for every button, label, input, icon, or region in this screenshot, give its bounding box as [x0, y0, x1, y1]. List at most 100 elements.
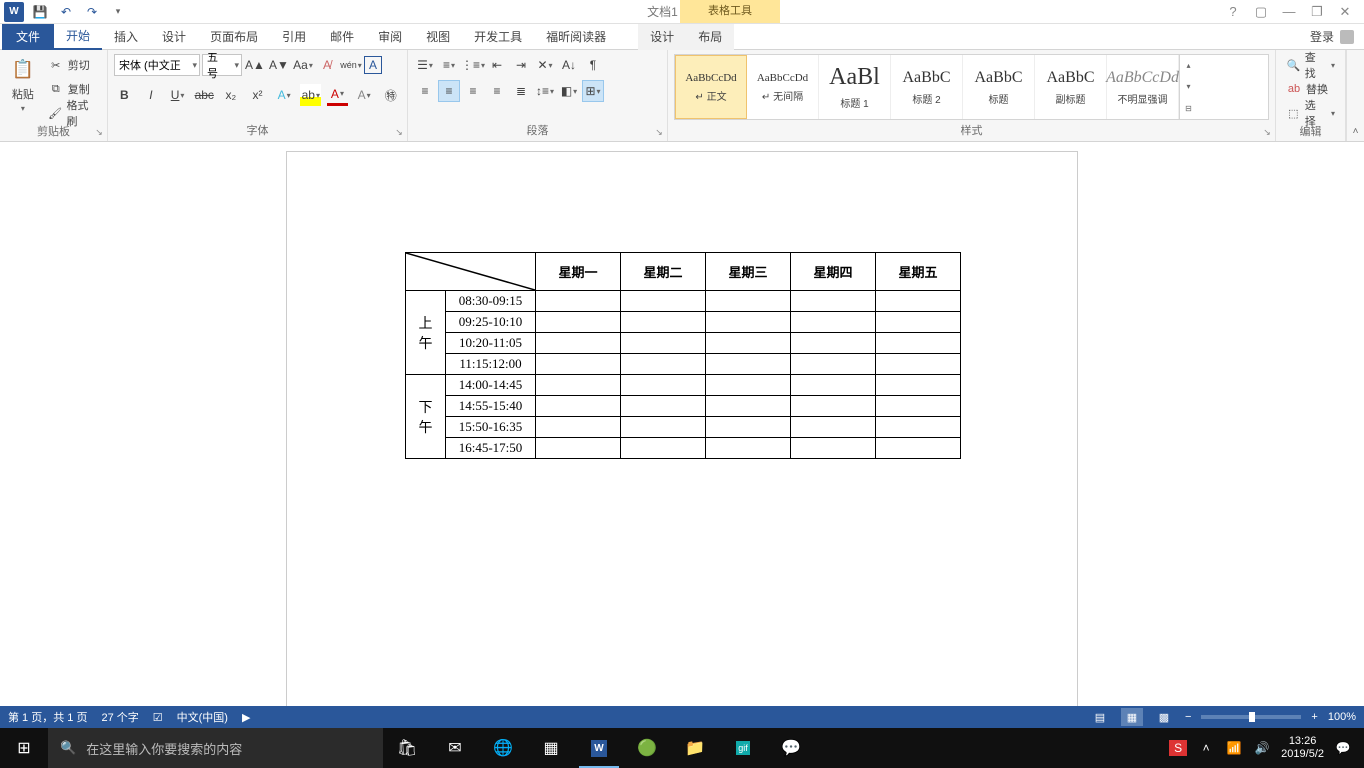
task-app-settings[interactable]: ▦ [527, 728, 575, 768]
style-item[interactable]: AaBbCcDd↵ 无间隔 [747, 55, 819, 119]
text-effects-button[interactable]: A [274, 84, 295, 106]
day-header[interactable]: 星期三 [706, 253, 791, 291]
status-macro-icon[interactable]: ▶ [242, 711, 250, 724]
taskbar-search[interactable]: 🔍 在这里输入你要搜索的内容 [48, 728, 383, 768]
tab-insert[interactable]: 插入 [102, 24, 150, 50]
align-center-button[interactable]: ≡ [438, 80, 460, 102]
char-border-button[interactable]: A [364, 56, 382, 74]
collapse-ribbon-button[interactable]: ˄ [1346, 50, 1364, 141]
tab-table-design[interactable]: 设计 [638, 24, 686, 50]
tray-clock[interactable]: 13:26 2019/5/2 [1281, 735, 1324, 761]
time-slot[interactable]: 15:50-16:35 [446, 417, 536, 438]
clipboard-launcher[interactable]: ↘ [93, 127, 105, 139]
table-cell[interactable] [706, 396, 791, 417]
tray-notifications-icon[interactable]: 💬 [1334, 741, 1352, 755]
table-cell[interactable] [706, 291, 791, 312]
show-marks-button[interactable]: ¶ [582, 54, 604, 76]
char-shading-button[interactable]: A [354, 84, 375, 106]
paste-button[interactable]: 📋 粘贴 ▾ [6, 54, 40, 124]
help-button[interactable]: ? [1224, 4, 1242, 20]
qat-customize[interactable]: ▾ [106, 1, 130, 23]
task-app-browser[interactable]: 🌐 [479, 728, 527, 768]
styles-launcher[interactable]: ↘ [1261, 127, 1273, 139]
time-slot[interactable]: 11:15:12:00 [446, 354, 536, 375]
tab-design[interactable]: 设计 [150, 24, 198, 50]
page[interactable]: 星期一星期二星期三星期四星期五上午08:30-09:1509:25-10:101… [287, 152, 1077, 706]
table-cell[interactable] [791, 375, 876, 396]
task-app-store[interactable]: 🛍 [383, 728, 431, 768]
align-right-button[interactable]: ≡ [462, 80, 484, 102]
align-left-button[interactable]: ≡ [414, 80, 436, 102]
table-cell[interactable] [876, 375, 961, 396]
table-cell[interactable] [791, 396, 876, 417]
shrink-font-button[interactable]: A▼ [268, 54, 290, 76]
start-button[interactable]: ⊞ [0, 728, 48, 768]
day-header[interactable]: 星期五 [876, 253, 961, 291]
task-app-wechat[interactable]: 💬 [767, 728, 815, 768]
find-button[interactable]: 🔍查找▾ [1282, 54, 1339, 76]
table-cell[interactable] [706, 333, 791, 354]
task-app-360[interactable]: 🟢 [623, 728, 671, 768]
task-app-word[interactable]: W [575, 728, 623, 768]
table-cell[interactable] [876, 396, 961, 417]
status-page[interactable]: 第 1 页，共 1 页 [8, 709, 87, 725]
table-cell[interactable] [621, 291, 706, 312]
time-slot[interactable]: 14:55-15:40 [446, 396, 536, 417]
bold-button[interactable]: B [114, 84, 135, 106]
tray-volume-icon[interactable]: 🔊 [1253, 741, 1271, 755]
table-cell[interactable] [536, 438, 621, 459]
table-cell[interactable] [536, 312, 621, 333]
table-cell[interactable] [621, 417, 706, 438]
tab-view[interactable]: 视图 [414, 24, 462, 50]
increase-indent-button[interactable]: ⇥ [510, 54, 532, 76]
day-header[interactable]: 星期四 [791, 253, 876, 291]
subscript-button[interactable]: x₂ [221, 84, 242, 106]
restore-button[interactable]: ❐ [1308, 4, 1326, 20]
table-cell[interactable] [536, 396, 621, 417]
zoom-slider[interactable] [1201, 715, 1301, 719]
table-cell[interactable] [876, 291, 961, 312]
borders-button[interactable]: ⊞ [582, 80, 604, 102]
table-cell[interactable] [706, 438, 791, 459]
phonetic-guide-button[interactable]: wén [340, 54, 362, 76]
tab-foxit[interactable]: 福昕阅读器 [534, 24, 618, 50]
tab-references[interactable]: 引用 [270, 24, 318, 50]
table-cell[interactable] [536, 291, 621, 312]
table-cell[interactable] [536, 354, 621, 375]
tray-network-icon[interactable]: 📶 [1225, 741, 1243, 755]
table-cell[interactable] [791, 354, 876, 375]
account-login[interactable]: 登录 [1310, 28, 1364, 45]
table-cell[interactable] [791, 333, 876, 354]
word-app-icon[interactable]: W [2, 1, 26, 23]
time-slot[interactable]: 14:00-14:45 [446, 375, 536, 396]
save-button[interactable]: 💾 [28, 1, 52, 23]
grow-font-button[interactable]: A▲ [244, 54, 266, 76]
view-print-button[interactable]: ▦ [1121, 708, 1143, 726]
table-cell[interactable] [791, 438, 876, 459]
task-app-explorer[interactable]: 📁 [671, 728, 719, 768]
table-cell[interactable] [876, 333, 961, 354]
zoom-in-button[interactable]: + [1311, 711, 1317, 723]
tray-ime-icon[interactable]: S [1169, 740, 1187, 756]
status-language[interactable]: 中文(中国) [177, 709, 228, 725]
style-item[interactable]: AaBbCcDd不明显强调 [1107, 55, 1179, 119]
table-cell[interactable] [621, 354, 706, 375]
highlight-button[interactable]: ab [300, 84, 321, 106]
font-name-combo[interactable]: 宋体 (中文正 [114, 54, 200, 76]
table-cell[interactable] [621, 375, 706, 396]
table-cell[interactable] [536, 417, 621, 438]
period-morning[interactable]: 上午 [406, 291, 446, 375]
table-cell[interactable] [706, 312, 791, 333]
time-slot[interactable]: 10:20-11:05 [446, 333, 536, 354]
asian-layout-button[interactable]: ✕ [534, 54, 556, 76]
table-cell[interactable] [536, 375, 621, 396]
table-cell[interactable] [706, 417, 791, 438]
styles-gallery[interactable]: AaBbCcDd↵ 正文AaBbCcDd↵ 无间隔AaBl标题 1AaBbC标题… [674, 54, 1269, 120]
table-cell[interactable] [876, 312, 961, 333]
styles-scroll[interactable]: ▴▾⊟ [1179, 55, 1197, 119]
strike-button[interactable]: abc [194, 84, 215, 106]
format-painter-button[interactable]: 🖌格式刷 [44, 102, 101, 124]
tab-mailings[interactable]: 邮件 [318, 24, 366, 50]
redo-button[interactable]: ↷ [80, 1, 104, 23]
tab-review[interactable]: 审阅 [366, 24, 414, 50]
